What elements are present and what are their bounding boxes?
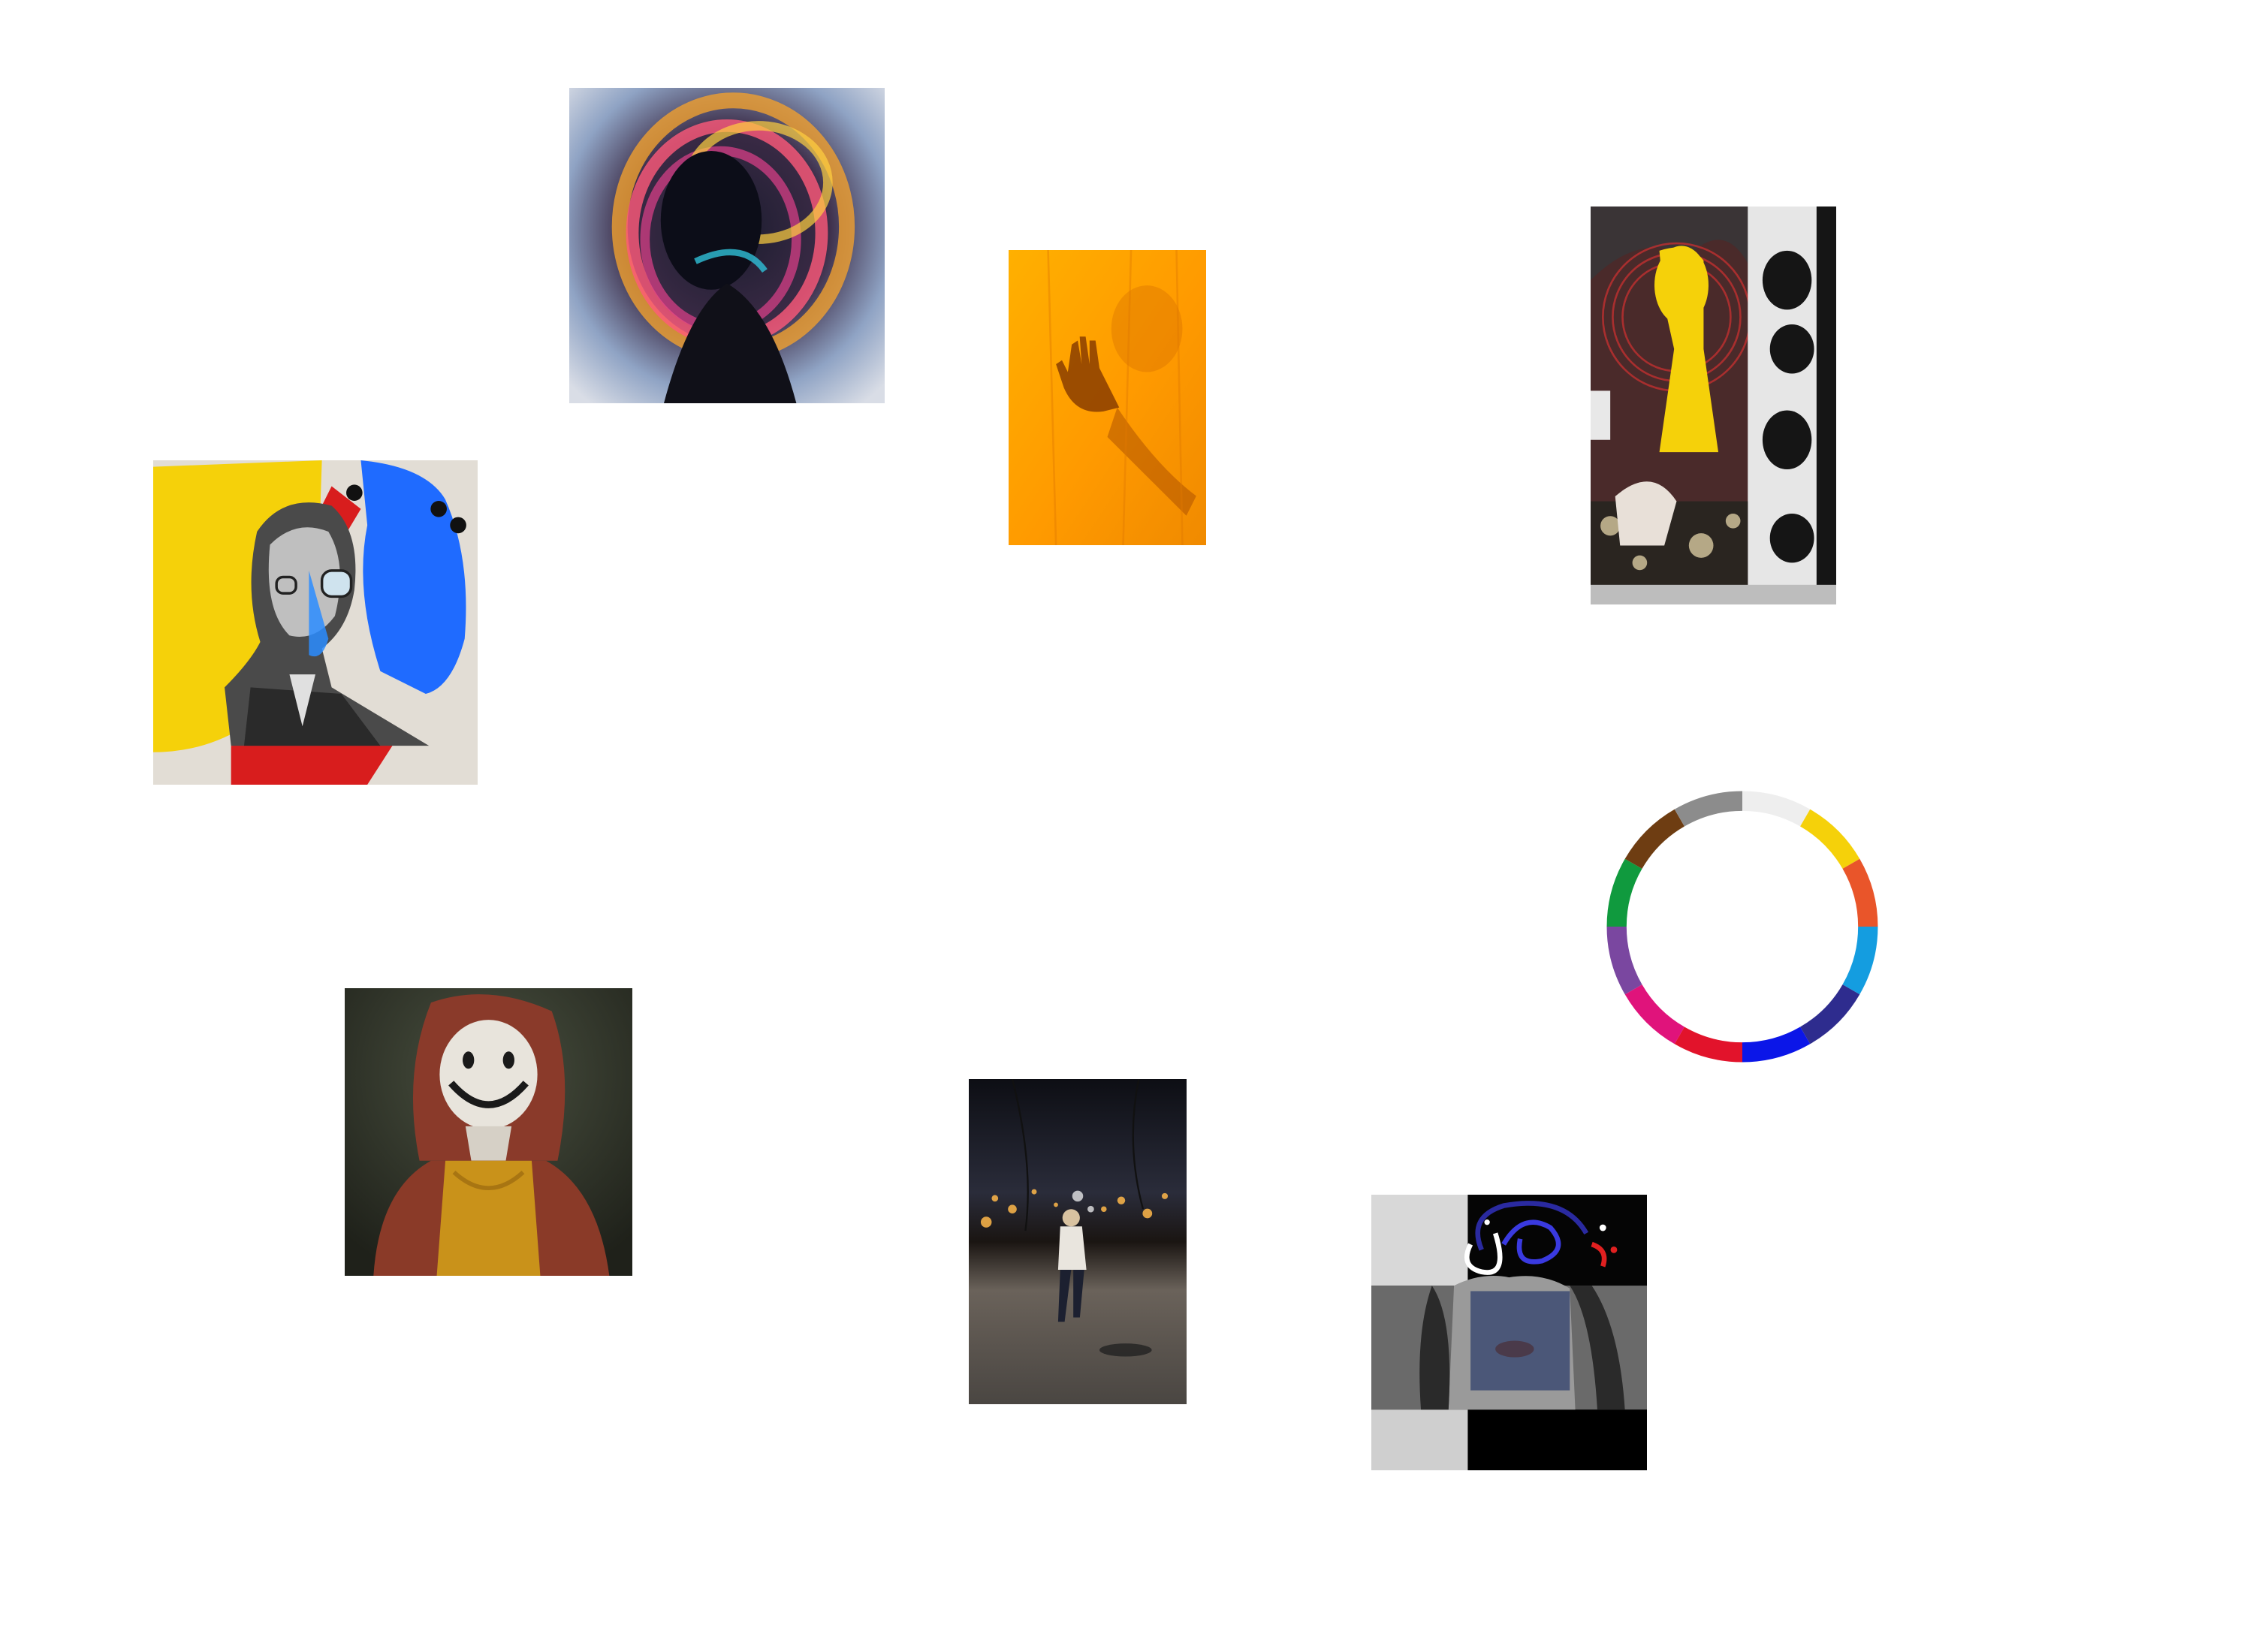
color-wheel-segment[interactable] xyxy=(1842,858,1878,927)
color-wheel-segment[interactable] xyxy=(1742,1026,1811,1063)
color-wheel-ring[interactable] xyxy=(1601,785,1884,1068)
collage-woman-yellow-mask-image[interactable] xyxy=(1591,206,1836,604)
smiley-mask-hooded-portrait-image[interactable] xyxy=(345,988,632,1276)
child-walking-night-street-image[interactable] xyxy=(969,1079,1187,1404)
moodboard-canvas[interactable] xyxy=(0,0,2253,1652)
hand-silhouette-orange-curtain-image[interactable] xyxy=(1009,250,1206,545)
color-wheel-segment[interactable] xyxy=(1606,858,1642,927)
color-wheel-segment[interactable] xyxy=(1800,809,1860,869)
color-wheel-segment[interactable] xyxy=(1674,791,1742,827)
collage-man-primary-colors-image[interactable] xyxy=(153,460,478,785)
color-wheel-segment[interactable] xyxy=(1606,927,1642,995)
color-wheel-segment[interactable] xyxy=(1624,809,1684,869)
color-wheel-segment[interactable] xyxy=(1800,984,1860,1045)
collage-checkered-face-image[interactable] xyxy=(1371,1195,1647,1470)
color-wheel-segment[interactable] xyxy=(1842,927,1878,995)
color-wheel-segment[interactable] xyxy=(1742,791,1811,827)
color-wheel-segment[interactable] xyxy=(1674,1026,1742,1063)
abstract-neon-swirl-portrait-image[interactable] xyxy=(569,88,885,403)
color-wheel-segment[interactable] xyxy=(1624,984,1684,1045)
